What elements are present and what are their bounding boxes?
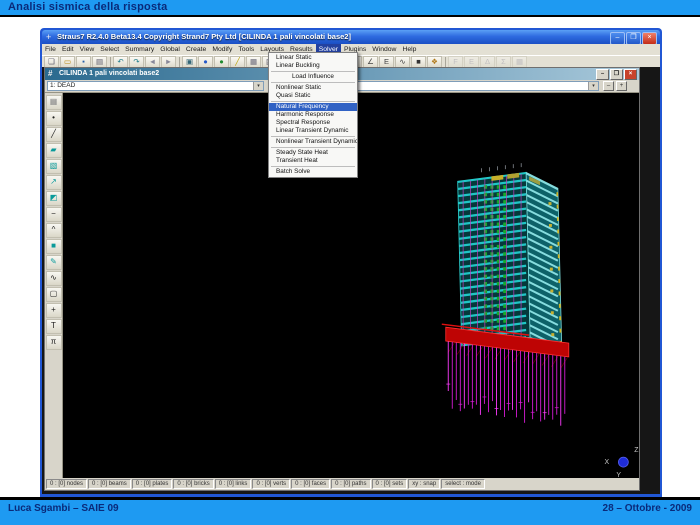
menu-bar-item[interactable]: Tools [235,44,257,55]
menu-bar-item[interactable]: Edit [59,44,77,55]
solver-dropdown-menu: Linear StaticLinear Buckling Load Influen… [268,52,358,178]
dropdown-arrow-icon[interactable]: ▾ [588,82,598,90]
solver-menu-item[interactable]: Natural Frequency [269,103,357,111]
status-segment: xy : snap [408,479,440,489]
sketch-tool-icon[interactable]: ✎ [46,255,62,270]
status-segment: 0 : [0] plates [132,479,173,489]
child-restore-button[interactable]: ❐ [610,69,623,80]
toolbar-separator[interactable] [110,57,111,67]
axis-origin-sphere [618,457,628,467]
menu-separator[interactable] [271,136,355,137]
solver-menu-item[interactable]: Linear Buckling [269,62,357,70]
select-box-icon[interactable]: ▢ [46,287,62,302]
toolbar-separator[interactable] [179,57,180,67]
face-tool-icon[interactable]: ◩ [46,191,62,206]
status-segment: select : mode [441,479,485,489]
axis-label-z: Z [634,447,639,454]
menu-separator[interactable] [271,147,355,148]
beam-tool-icon[interactable]: ╱ [46,127,62,142]
solver-menu-item[interactable]: Spectral Response [269,119,357,127]
insert-vertex-icon[interactable]: ^ [46,223,62,238]
menu-bar-item[interactable]: Global [157,44,183,55]
menu-bar-item[interactable]: File [42,44,59,55]
slide-footer: Luca Sgambi – SAIE 09 28 – Ottobre - 200… [0,500,700,525]
brick-tool-icon[interactable]: ▧ [46,159,62,174]
solver-menu-item[interactable]: Nonlinear Static [269,84,357,92]
menu-bar-item[interactable]: View [77,44,98,55]
link-tool-icon[interactable]: ↗ [46,175,62,190]
banner-divider [0,15,700,17]
entity-status-bar: 0 : [0] nodes0 : [0] beams0 : [0] plates… [45,478,639,490]
menu-separator[interactable] [271,166,355,167]
child-close-button[interactable]: × [624,69,637,80]
solver-menu-item[interactable]: Transient Heat [269,157,357,165]
case-next-button[interactable]: + [616,81,627,91]
solver-menu-item[interactable]: Linear Static [269,54,357,62]
solver-menu-item[interactable]: Load Influence [269,73,357,81]
element-tool-column: ▦•╱▰▧↗◩−^■✎∿▢+Tπ [45,93,63,478]
toolbar-separator[interactable] [445,57,446,67]
window-titlebar[interactable]: + Straus7 R2.4.0 Beta13.4 Copyright Stra… [42,30,660,44]
status-segment: 0 : [0] verts [252,479,290,489]
menu-separator[interactable] [271,82,355,83]
menu-bar-item[interactable]: Select [97,44,122,55]
solver-menu-item[interactable]: Nonlinear Transient Dynamic [269,138,357,146]
node-tool-icon[interactable]: • [46,111,62,126]
roof-load-marks [481,163,521,172]
presentation-slide: Analisi sismica della risposta + Straus7… [0,0,700,525]
erase-tool-icon[interactable]: − [46,207,62,222]
solver-menu-item[interactable]: Quasi Static [269,92,357,100]
menu-separator[interactable] [271,101,355,102]
load-case-combo[interactable]: 1: DEAD ▾ [47,81,264,91]
add-node-icon[interactable]: + [46,303,62,318]
spline-tool-icon[interactable]: ∿ [46,271,62,286]
slide-title: Analisi sismica della risposta [8,1,167,13]
footer-author: Luca Sgambi – SAIE 09 [8,503,119,514]
menu-bar-item[interactable]: Summary [122,44,157,55]
status-segment: 0 : [0] sets [372,479,408,489]
window-title: Straus7 R2.4.0 Beta13.4 Copyright Strand… [42,30,660,44]
solver-menu-item[interactable]: Batch Solve [269,168,357,176]
status-segment: 0 : [0] bricks [173,479,213,489]
status-segment: 0 : [0] paths [331,479,370,489]
model-file-icon: # [48,68,52,80]
app-logo-icon: + [46,30,51,44]
patch-tool-icon[interactable]: ■ [46,239,62,254]
footer-date: 28 – Ottobre - 2009 [603,503,692,514]
slide-title-bar: Analisi sismica della risposta [0,0,700,15]
model-window-controls: –❐× [596,69,637,80]
status-segment: 0 : [0] nodes [46,479,87,489]
menu-bar-item[interactable]: Create [183,44,209,55]
axis-label-x: X [605,459,610,466]
menu-separator[interactable] [271,71,355,72]
load-case-value: 1: DEAD [50,82,75,89]
menu-bar-item[interactable]: Help [399,44,419,55]
child-minimize-button[interactable]: – [596,69,609,80]
status-segment: 0 : [0] beams [88,479,131,489]
solver-menu-item[interactable]: Steady State Heat [269,149,357,157]
tee-section-icon[interactable]: T [46,319,62,334]
snap-grid-icon[interactable]: ▦ [46,95,62,110]
solver-menu-item[interactable]: Harmonic Response [269,111,357,119]
status-segment: 0 : [0] links [215,479,252,489]
plate-tool-icon[interactable]: ▰ [46,143,62,158]
status-segment: 0 : [0] faces [291,479,330,489]
menu-bar-item[interactable]: Modify [209,44,235,55]
straus7-window: + Straus7 R2.4.0 Beta13.4 Copyright Stra… [40,28,662,497]
measure-tool-icon[interactable]: π [46,335,62,350]
case-prev-button[interactable]: – [603,81,614,91]
menu-bar-item[interactable]: Window [369,44,399,55]
model-window-title: CILINDA 1 pali vincolati base2 [59,70,159,77]
dropdown-arrow-icon[interactable]: ▾ [253,82,263,90]
solver-menu-item[interactable]: Linear Transient Dynamic [269,127,357,135]
